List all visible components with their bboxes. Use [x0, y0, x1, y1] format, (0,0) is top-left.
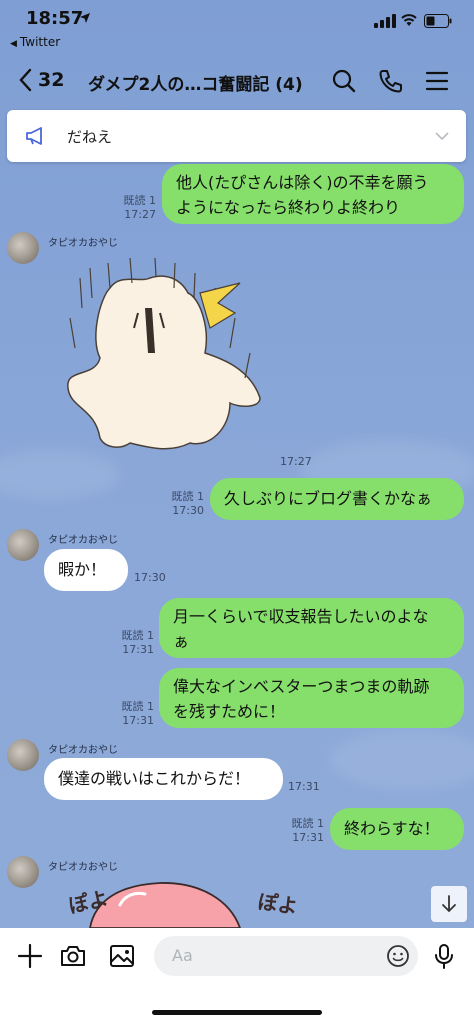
sticker-text: ぽよ — [256, 889, 300, 919]
my-message-bubble[interactable]: 他人(たぴさんは除く)の不幸を願う ようになったら終わりよ終わり — [162, 164, 464, 224]
chevron-down-icon[interactable] — [434, 130, 450, 142]
battery-icon — [424, 14, 452, 28]
message-text-line: を残すために！ — [173, 702, 286, 721]
message-time: 17:27 — [280, 455, 312, 468]
menu-icon[interactable] — [423, 67, 451, 95]
message-text-line: 月一くらいで収支報告したいのよな — [173, 607, 429, 626]
message-input-bar: Aa — [0, 928, 474, 1024]
message-text-line: 偉大なインベスターつまつまの軌跡 — [173, 677, 430, 696]
sender-name: タピオカおやじ — [48, 745, 118, 756]
message-input[interactable]: Aa — [154, 936, 418, 976]
my-message-bubble[interactable]: 久しぶりにブログ書くかなぁ — [210, 478, 464, 520]
message-input-placeholder: Aa — [172, 946, 193, 965]
message-time: 17:31 — [122, 714, 154, 727]
plus-icon[interactable] — [16, 942, 44, 970]
message-time: 17:30 — [134, 571, 166, 584]
other-message-bubble[interactable]: 暇か！ — [44, 549, 128, 591]
announcement-bar[interactable]: だねえ — [7, 110, 466, 162]
message-text-line: 久しぶりにブログ書くかなぁ — [224, 489, 433, 508]
read-receipt: 既読 1 — [121, 700, 155, 713]
message-text-line: 終わらすな！ — [344, 819, 440, 838]
message-meta: 既読 1 17:27 — [108, 194, 157, 222]
back-button[interactable]: 32 — [18, 65, 64, 95]
sticker-shocked-creature[interactable] — [60, 258, 270, 458]
message-meta: 既読 1 17:31 — [276, 817, 325, 845]
sender-name: タピオカおやじ — [48, 535, 118, 546]
read-receipt: 既読 1 — [171, 490, 205, 503]
message-text-line: 僕達の戦いはこれからだ！ — [58, 769, 251, 788]
read-receipt: 既読 1 — [123, 194, 157, 207]
arrow-down-icon — [442, 895, 456, 913]
avatar[interactable] — [7, 529, 39, 561]
chat-header: 32 ダメプ2人の…コ奮闘記 (4) — [0, 56, 474, 106]
cellular-signal-icon — [374, 14, 396, 28]
message-text-line: ぁ — [173, 632, 190, 651]
avatar[interactable] — [7, 232, 39, 264]
back-triangle-icon: ◀ — [10, 39, 17, 49]
read-receipt: 既読 1 — [121, 629, 155, 642]
announcement-text: だねえ — [67, 128, 113, 146]
sender-name: タピオカおやじ — [48, 238, 118, 249]
message-text-line: 他人(たぴさんは除く)の不幸を願う — [176, 173, 429, 192]
wifi-icon — [401, 14, 417, 26]
other-message-bubble[interactable]: 僕達の戦いはこれからだ！ — [44, 758, 283, 800]
back-to-app-link[interactable]: ◀ Twitter — [10, 35, 60, 49]
message-time: 17:31 — [288, 780, 320, 793]
scroll-to-bottom-button[interactable] — [431, 886, 467, 922]
background-cloud — [330, 730, 474, 790]
avatar[interactable] — [7, 739, 39, 771]
message-time: 17:30 — [172, 504, 204, 517]
my-message-bubble[interactable]: 終わらすな！ — [330, 808, 464, 850]
status-time: 18:57 — [26, 8, 84, 29]
chevron-left-icon — [19, 68, 32, 92]
my-message-bubble[interactable]: 月一くらいで収支報告したいのよな ぁ — [159, 598, 464, 658]
megaphone-icon — [26, 127, 42, 145]
my-message-bubble[interactable]: 偉大なインベスターつまつまの軌跡 を残すために！ — [159, 668, 464, 728]
message-text-line: 暇か！ — [58, 560, 107, 579]
microphone-icon[interactable] — [430, 942, 458, 970]
chat-title[interactable]: ダメプ2人の…コ奮闘記 (4) — [88, 70, 303, 95]
unread-count: 32 — [38, 69, 65, 91]
message-meta: 既読 1 17:30 — [152, 490, 205, 518]
avatar[interactable] — [7, 856, 39, 888]
status-bar: 18:57 ◀ Twitter — [0, 0, 474, 54]
location-arrow-icon — [80, 13, 90, 23]
emoji-icon[interactable] — [386, 944, 410, 968]
message-time: 17:31 — [292, 831, 324, 844]
message-time: 17:31 — [122, 643, 154, 656]
chat-screen: 18:57 ◀ Twitter 32 ダメプ2人の…コ奮闘記 (4) だねえ 既… — [0, 0, 474, 1024]
read-receipt: 既読 1 — [291, 817, 325, 830]
phone-icon[interactable] — [377, 67, 405, 95]
image-icon[interactable] — [108, 942, 136, 970]
message-text-line: ようになったら終わりよ終わり — [176, 198, 401, 217]
camera-icon[interactable] — [59, 942, 87, 970]
message-meta: 既読 1 17:31 — [104, 700, 155, 728]
message-time: 17:27 — [124, 208, 156, 221]
search-icon[interactable] — [330, 67, 358, 95]
home-indicator[interactable] — [152, 1010, 322, 1015]
sender-name: タピオカおやじ — [48, 862, 118, 873]
message-meta: 既読 1 17:31 — [104, 629, 155, 657]
back-app-label: Twitter — [19, 35, 61, 49]
